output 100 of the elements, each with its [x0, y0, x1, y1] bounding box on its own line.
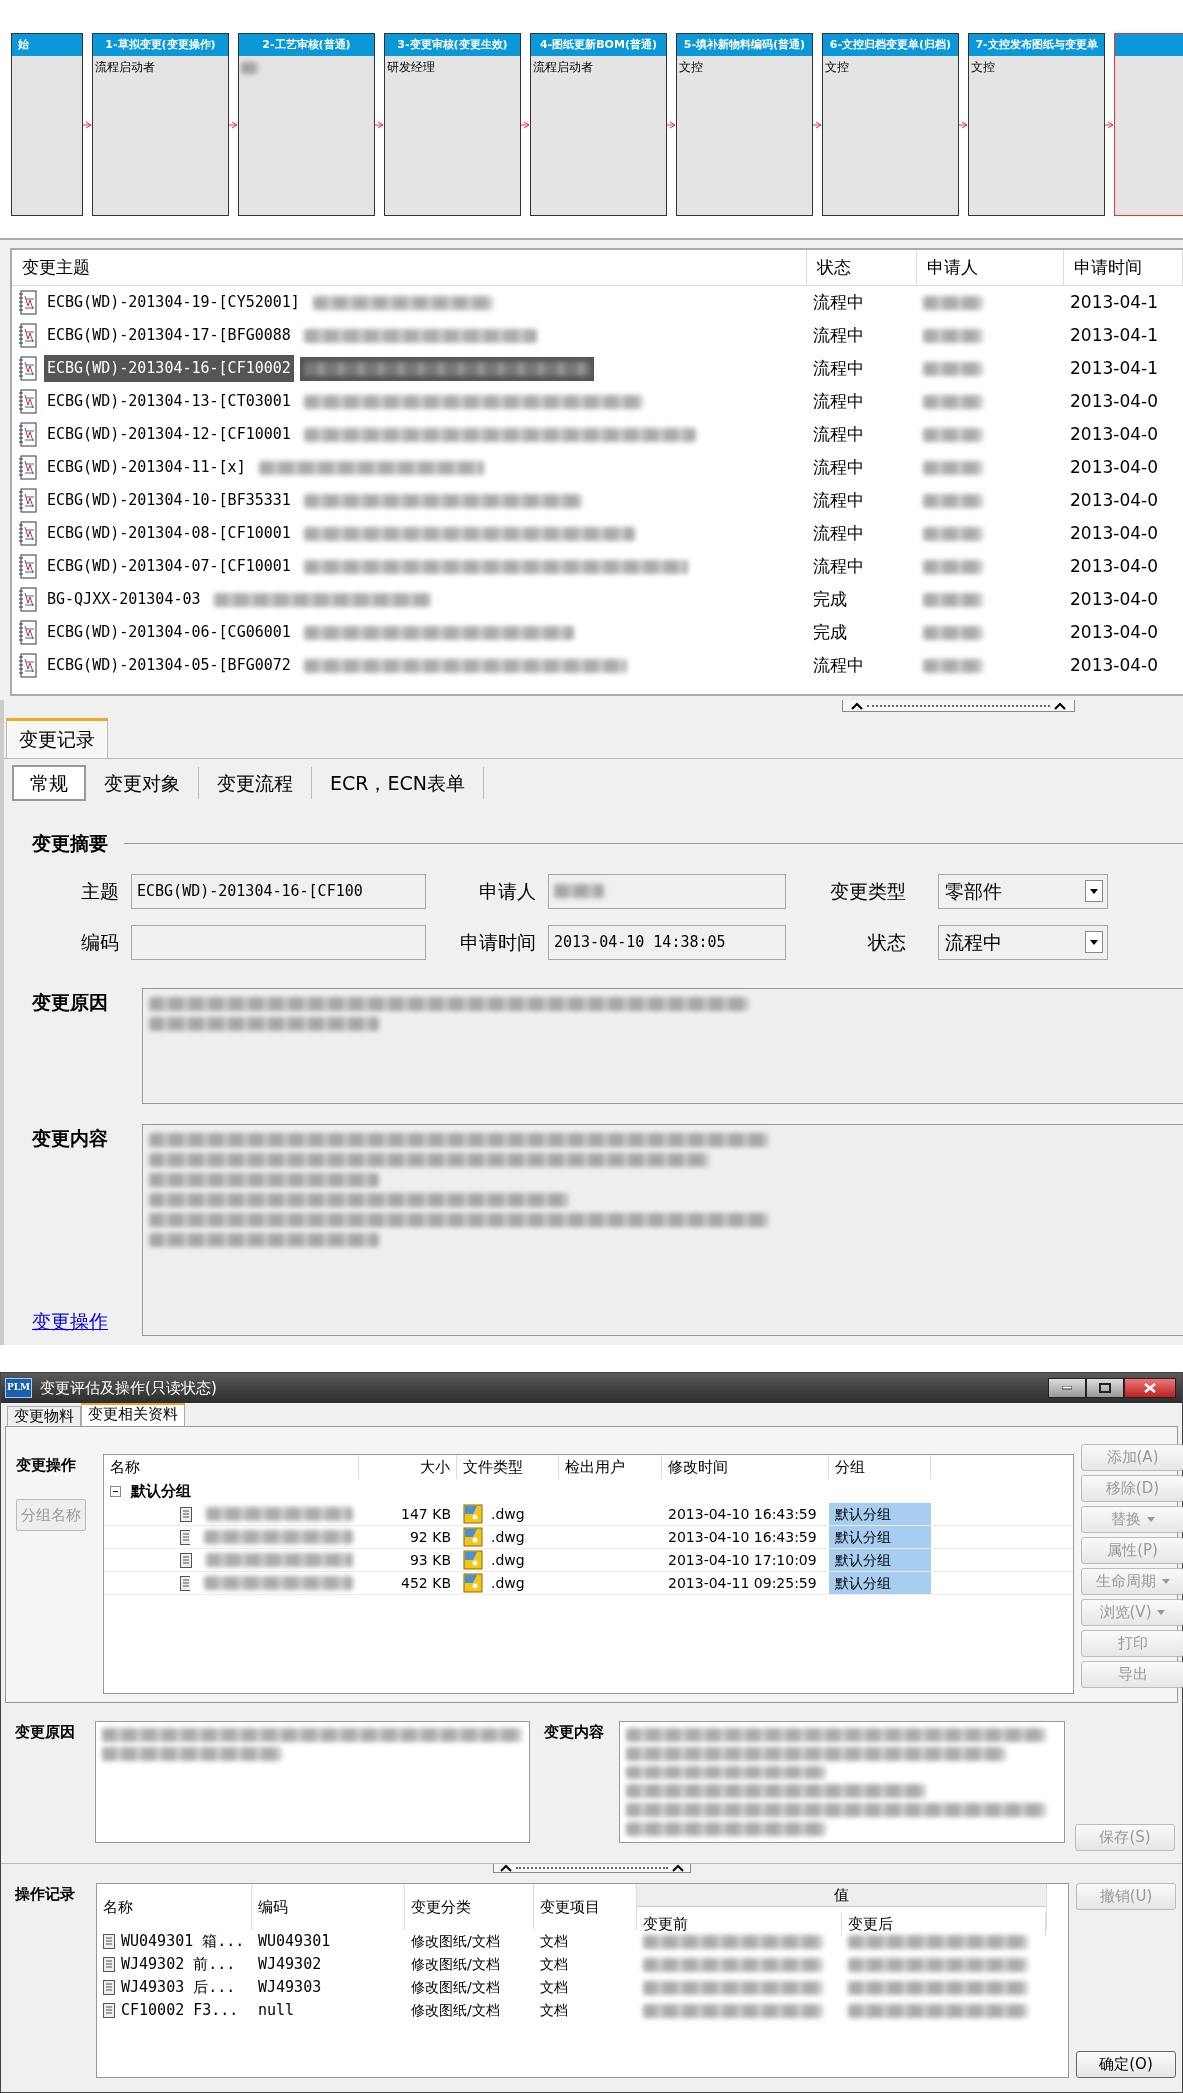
column-header[interactable]: 编码 — [252, 1884, 405, 1930]
document-icon — [18, 421, 38, 448]
list-row[interactable]: ECBG(WD)-201304-12-[CF10001 流程中 2013-04-0 — [12, 418, 1183, 451]
list-row[interactable]: ECBG(WD)-201304-11-[x] 流程中 2013-04-0 — [12, 451, 1183, 484]
category-cell-text: 修改图纸/文档 — [410, 1978, 501, 1997]
time-text: 2013-04-0 — [1069, 620, 1159, 644]
column-header[interactable]: 申请时间 — [1064, 250, 1183, 285]
size-cell-text: 92 KB — [408, 1527, 452, 1547]
subject-text: ECBG(WD)-201304-11-[x] — [46, 457, 247, 479]
blurred-text — [923, 361, 983, 376]
caret-icon — [671, 1864, 684, 1872]
drawing-file-icon — [463, 1504, 483, 1524]
list-row[interactable]: ECBG(WD)-201304-13-[CT03001 流程中 2013-04-0 — [12, 385, 1183, 418]
field-label: 主题 — [80, 878, 120, 904]
status-text: 流程中 — [812, 653, 865, 677]
content-field[interactable] — [619, 1721, 1065, 1843]
change-link[interactable]: 变更操作 — [32, 1307, 142, 1336]
list-row[interactable]: ECBG(WD)-201304-08-[CF10001 流程中 2013-04-0 — [12, 517, 1183, 550]
column-header[interactable]: 大小 — [359, 1455, 457, 1479]
step-title: 6-文控归档变更单(归档) — [829, 38, 952, 51]
column-header[interactable]: 值 — [637, 1884, 1046, 1907]
record-tab[interactable]: 变更记录 — [6, 718, 108, 758]
caret-icon — [1161, 1579, 1170, 1584]
reason-field[interactable] — [95, 1721, 530, 1843]
list-row[interactable]: BG-QJXX-201304-03 完成 2013-04-0 — [12, 583, 1183, 616]
close-button[interactable] — [1124, 1378, 1176, 1398]
content-field[interactable] — [142, 1123, 1183, 1336]
step-title: 5-填补新物料编码(普通) — [683, 38, 806, 51]
list-row[interactable]: ECBG(WD)-201304-19-[CY52001] 流程中 2013-04-1 — [12, 286, 1183, 319]
caret-icon — [1146, 1517, 1155, 1522]
splitter-handle[interactable] — [492, 1864, 691, 1873]
subject-field[interactable]: ECBG(WD)-201304-16-[CF100 — [131, 873, 426, 909]
minimize-icon — [1062, 1386, 1072, 1390]
item-cell-text: 文档 — [539, 2001, 569, 2020]
column-header[interactable]: 修改时间 — [662, 1455, 829, 1479]
dialog-tab[interactable]: 变更物料 — [7, 1406, 81, 1426]
column-header[interactable]: 变更分类 — [405, 1884, 534, 1930]
reason-field[interactable] — [142, 987, 1183, 1104]
sub-tab[interactable]: 常规 — [12, 764, 86, 801]
collapse-icon[interactable] — [110, 1485, 121, 1497]
list-row[interactable]: ECBG(WD)-201304-10-[BF35331 流程中 2013-04-0 — [12, 484, 1183, 517]
time-field[interactable]: 2013-04-10 14:38:05 — [548, 924, 786, 960]
list-row[interactable]: ECBG(WD)-201304-17-[BFG0088 流程中 2013-04-1 — [12, 319, 1183, 352]
blurred-text — [923, 427, 983, 442]
drawing-file-icon — [463, 1527, 483, 1547]
time-text: 2013-04-0 — [1069, 554, 1159, 578]
ok-button[interactable]: 确定(O) — [1076, 2051, 1176, 2078]
status-text: 流程中 — [812, 389, 865, 413]
column-header[interactable]: 文件类型 — [457, 1455, 559, 1479]
caret-icon — [1157, 1610, 1166, 1615]
file-icon — [103, 2003, 115, 2018]
subject-text: ECBG(WD)-201304-05-[BFG0072 — [46, 655, 292, 677]
column-header[interactable]: 名称 — [97, 1884, 252, 1930]
arrow-icon — [229, 119, 238, 130]
step-assignee: 文控 — [970, 59, 995, 76]
step-title: 7-文控发布图纸与变更单 — [975, 38, 1098, 51]
column-header[interactable]: 申请人 — [917, 250, 1064, 285]
list-row[interactable]: ECBG(WD)-201304-05-[BFG0072 流程中 2013-04-0 — [12, 649, 1183, 682]
dialog-tab[interactable]: 变更相关资料 — [81, 1403, 185, 1426]
time-text: 2013-04-0 — [1069, 422, 1159, 446]
status-text: 流程中 — [812, 356, 865, 380]
sub-tab[interactable]: ECR，ECN表单 — [312, 766, 484, 799]
field-label: 变更类型 — [829, 878, 907, 904]
blurred-text — [923, 625, 983, 640]
code-cell-text: WJ49302 — [257, 1954, 323, 1976]
type-select[interactable]: 零部件 — [938, 873, 1108, 909]
status-select[interactable]: 流程中 — [938, 924, 1108, 960]
maximize-button[interactable] — [1086, 1378, 1124, 1398]
minimize-button[interactable] — [1048, 1378, 1086, 1398]
blurred-text — [923, 328, 983, 343]
code-cell-text: null — [257, 2000, 296, 2022]
group-cell: 默认分组 — [829, 1549, 931, 1571]
status-text: 流程中 — [812, 554, 865, 578]
column-header[interactable]: 变更主题 — [12, 250, 807, 285]
applicant-field[interactable] — [548, 873, 786, 909]
arrow-icon — [813, 119, 822, 130]
group-cell: 默认分组 — [829, 1526, 931, 1548]
list-row[interactable]: ECBG(WD)-201304-07-[CF10001 流程中 2013-04-0 — [12, 550, 1183, 583]
field-label: 变更内容 — [32, 1125, 109, 1151]
list-row[interactable]: ECBG(WD)-201304-06-[CG06001 完成 2013-04-0 — [12, 616, 1183, 649]
sub-tab[interactable]: 变更对象 — [86, 766, 199, 799]
section-label: 变更原因 — [15, 1722, 76, 1743]
splitter-handle[interactable] — [842, 700, 1075, 712]
file-icon — [180, 1529, 191, 1545]
time-text: 2013-04-1 — [1069, 356, 1159, 380]
column-header[interactable]: 状态 — [807, 250, 917, 285]
sub-tab[interactable]: 变更流程 — [199, 766, 312, 799]
code-cell-text: WJ49303 — [257, 1977, 323, 1999]
field-label: 状态 — [867, 929, 907, 955]
section-label: 变更内容 — [544, 1722, 605, 1743]
list-row[interactable]: ECBG(WD)-201304-16-[CF10002 流程中 2013-04-1 — [12, 352, 1183, 385]
column-header[interactable]: 分组 — [829, 1455, 931, 1479]
type-cell-text: .dwg — [491, 1573, 525, 1593]
document-icon — [18, 454, 38, 481]
size-cell-text: 147 KB — [400, 1504, 452, 1524]
caret-icon — [1090, 888, 1098, 894]
name-cell-text: CF10002 F3... — [121, 2000, 239, 2022]
column-header[interactable]: 检出用户 — [559, 1455, 662, 1479]
column-header[interactable]: 名称 — [104, 1455, 359, 1479]
code-field[interactable] — [131, 924, 426, 960]
